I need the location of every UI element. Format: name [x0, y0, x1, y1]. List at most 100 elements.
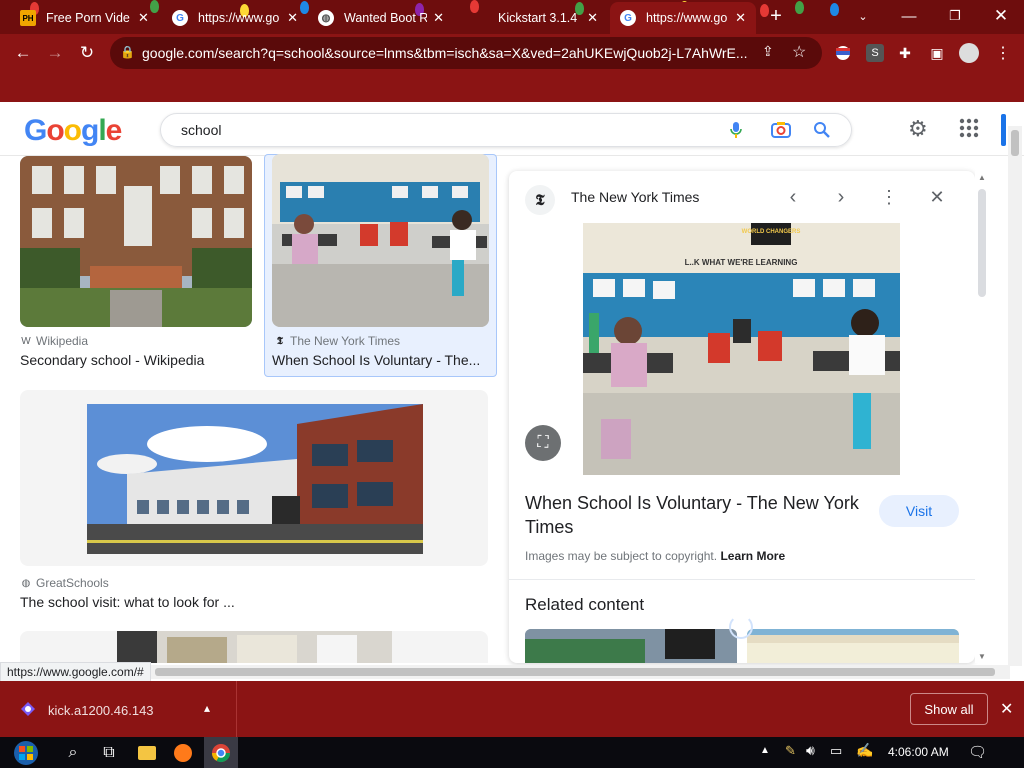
- share-icon[interactable]: ⇪: [762, 43, 774, 60]
- pen-tray-icon[interactable]: ✎: [785, 743, 796, 759]
- preview-title[interactable]: When School Is Voluntary - The New York …: [525, 491, 865, 539]
- address-bar[interactable]: 🔒 google.com/search?q=school&source=lnms…: [110, 37, 822, 69]
- tab-title: Kickstart 3.1.4: [498, 11, 578, 25]
- search-box[interactable]: school: [160, 113, 852, 147]
- google-apps-grid-icon[interactable]: [958, 117, 980, 144]
- extension-flag-icon[interactable]: [832, 42, 854, 64]
- search-input[interactable]: school: [181, 122, 221, 138]
- tab-title: Wanted Boot R: [344, 11, 428, 25]
- tab-5-active[interactable]: G https://www.go ✕: [610, 2, 756, 34]
- result-title[interactable]: Secondary school - Wikipedia: [20, 352, 256, 368]
- task-view-icon[interactable]: ⧉: [92, 737, 126, 768]
- result-title[interactable]: The school visit: what to look for ...: [20, 594, 320, 610]
- back-button[interactable]: ←: [10, 40, 36, 66]
- horizontal-scrollbar[interactable]: [0, 665, 1010, 679]
- page-scrollbar[interactable]: [1008, 126, 1022, 666]
- ph-favicon-icon: PH: [20, 10, 36, 26]
- settings-gear-icon[interactable]: ⚙: [908, 116, 928, 142]
- url-text[interactable]: google.com/search?q=school&source=lnms&t…: [142, 45, 762, 61]
- tab-3[interactable]: ◍ Wanted Boot R ✕: [308, 2, 454, 34]
- globe-icon: ◍: [21, 577, 31, 589]
- new-tab-button[interactable]: +: [756, 0, 796, 32]
- close-tab-icon[interactable]: ✕: [138, 10, 149, 26]
- result-title[interactable]: When School Is Voluntary - The...: [272, 352, 484, 368]
- side-panel-icon[interactable]: ▣: [926, 42, 948, 64]
- wikipedia-icon: W: [21, 335, 31, 347]
- start-button[interactable]: [8, 737, 44, 768]
- related-image-1[interactable]: [525, 629, 737, 663]
- clock-time[interactable]: 4:06:00 AM: [888, 745, 949, 759]
- camera-lens-icon[interactable]: [771, 121, 791, 144]
- browser-toolbar: ← → ↻ 🔒 google.com/search?q=school&sourc…: [0, 34, 1024, 72]
- chrome-menu-icon[interactable]: ⋮: [992, 42, 1014, 64]
- tray-chevron-icon[interactable]: ▲: [760, 745, 770, 756]
- tab-2[interactable]: G https://www.go ✕: [162, 2, 308, 34]
- tab-title: https://www.go: [646, 11, 728, 25]
- firefox-icon[interactable]: [166, 737, 200, 768]
- divider: [509, 579, 975, 580]
- close-tab-icon[interactable]: ✕: [433, 10, 444, 26]
- extension-s-icon[interactable]: S: [864, 42, 886, 64]
- download-chevron-up-icon[interactable]: ▴: [204, 701, 210, 715]
- download-file-icon: [20, 701, 36, 717]
- divider: [236, 681, 237, 737]
- result-source[interactable]: 𝕿 The New York Times: [274, 334, 400, 348]
- panel-scrollbar-thumb[interactable]: [978, 189, 986, 297]
- scroll-down-arrow-icon[interactable]: ▼: [978, 652, 986, 661]
- microphone-icon[interactable]: [729, 121, 743, 144]
- reload-button[interactable]: ↻: [74, 40, 100, 66]
- close-tab-icon[interactable]: ✕: [587, 10, 598, 26]
- chrome-taskbar-icon[interactable]: [204, 737, 238, 768]
- close-tab-icon[interactable]: ✕: [735, 10, 746, 26]
- result-image-nyt[interactable]: [272, 154, 489, 327]
- google-favicon-icon: G: [620, 10, 636, 26]
- more-options-icon[interactable]: ⋮: [877, 185, 901, 209]
- tab-1[interactable]: PH Free Porn Vide ✕: [10, 2, 162, 34]
- tab-4[interactable]: Kickstart 3.1.4 ✕: [462, 2, 608, 34]
- close-window-button[interactable]: ✕: [978, 0, 1024, 32]
- lock-icon[interactable]: 🔒: [120, 45, 135, 59]
- volume-icon[interactable]: 🔊︎: [806, 742, 815, 759]
- bookmark-star-icon[interactable]: ☆: [792, 42, 806, 62]
- previous-chevron-icon[interactable]: ‹: [781, 185, 805, 209]
- scroll-up-arrow-icon[interactable]: ▲: [978, 173, 986, 182]
- download-filename[interactable]: kick.a1200.46.143: [48, 703, 154, 718]
- google-header: Google school ⚙: [0, 102, 1024, 156]
- visit-button[interactable]: Visit: [879, 495, 959, 527]
- result-source[interactable]: W Wikipedia: [20, 334, 88, 348]
- page-scrollbar-thumb[interactable]: [1011, 130, 1019, 156]
- close-preview-icon[interactable]: ✕: [925, 185, 949, 209]
- result-image-wikipedia[interactable]: [20, 156, 252, 327]
- network-icon[interactable]: ▭: [830, 743, 842, 759]
- horizontal-scrollbar-thumb[interactable]: [155, 668, 995, 676]
- forward-button[interactable]: →: [42, 40, 68, 66]
- tab-search-chevron-icon[interactable]: ⌄: [840, 0, 886, 32]
- action-center-icon[interactable]: 🗨︎: [968, 743, 987, 761]
- next-chevron-icon[interactable]: ›: [829, 185, 853, 209]
- minimize-button[interactable]: —: [886, 0, 932, 32]
- search-icon[interactable]: [813, 121, 831, 144]
- result-image-greatschools[interactable]: [87, 404, 423, 554]
- show-all-button[interactable]: Show all: [910, 693, 988, 725]
- preview-source[interactable]: The New York Times: [571, 189, 699, 205]
- result-source-label: The New York Times: [290, 334, 401, 348]
- learn-more-link[interactable]: Learn More: [720, 549, 785, 563]
- tab-title: https://www.go: [198, 11, 280, 25]
- bookmarks-bar: [0, 72, 1024, 102]
- ink-workspace-icon[interactable]: ✍: [856, 742, 873, 759]
- close-tab-icon[interactable]: ✕: [287, 10, 298, 26]
- extensions-puzzle-icon[interactable]: ✚: [894, 42, 916, 64]
- search-icon[interactable]: ⌕: [56, 737, 90, 768]
- panel-scrollbar[interactable]: ▲ ▼: [975, 171, 989, 663]
- related-image-2[interactable]: [747, 629, 959, 663]
- image-preview-panel: 𝕿 The New York Times ‹ › ⋮ ✕ WORLD CHANG…: [509, 171, 975, 663]
- google-lens-icon[interactable]: ⛶: [525, 425, 561, 461]
- preview-image[interactable]: WORLD CHANGERS L..K WHAT WE'RE LEARNING: [583, 223, 900, 475]
- close-download-shelf-icon[interactable]: ✕: [1000, 699, 1013, 719]
- profile-avatar-icon[interactable]: [958, 42, 980, 64]
- google-logo[interactable]: Google: [24, 114, 122, 148]
- restore-button[interactable]: ❐: [932, 0, 978, 32]
- result-image-partial[interactable]: [117, 631, 392, 663]
- result-source[interactable]: ◍ GreatSchools: [20, 576, 109, 590]
- file-explorer-icon[interactable]: [130, 737, 164, 768]
